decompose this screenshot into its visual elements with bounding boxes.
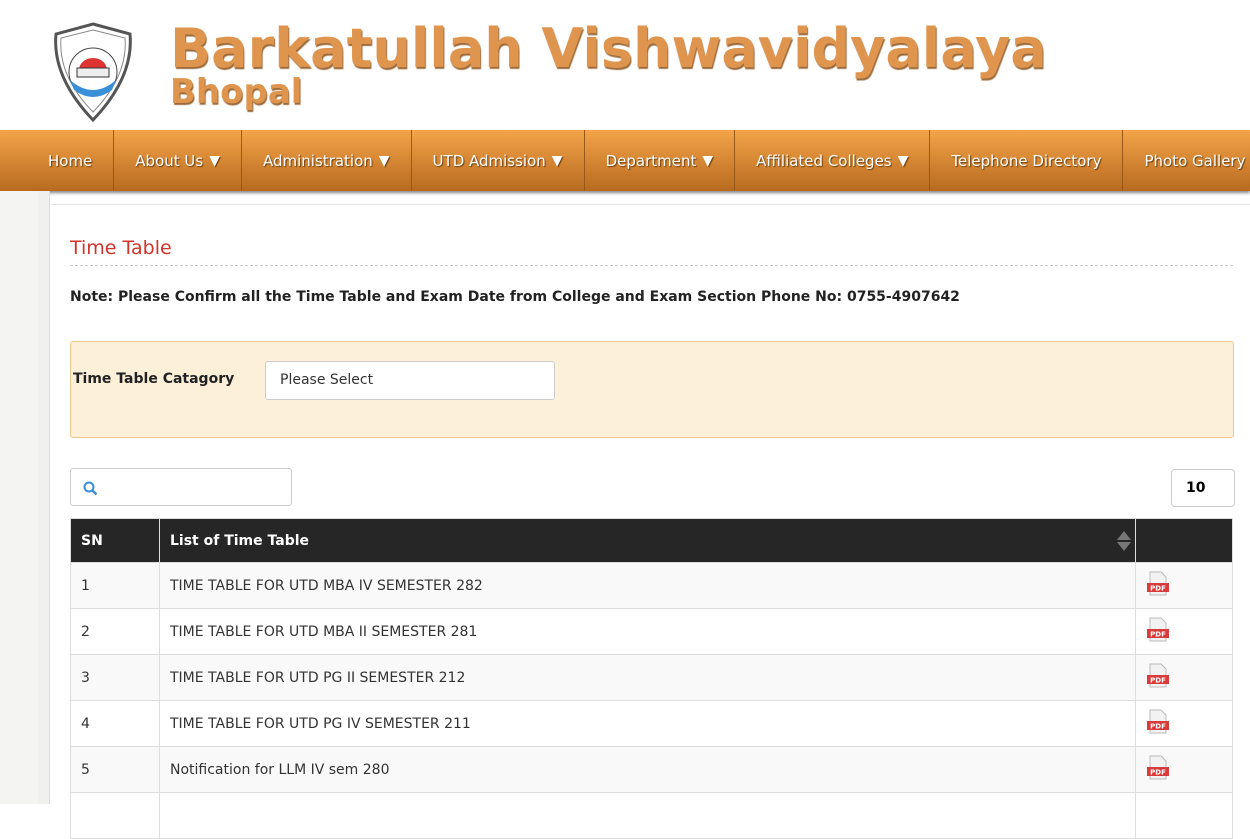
- nav-label: Photo Gallery: [1144, 151, 1246, 170]
- col-title[interactable]: List of Time Table: [159, 518, 1136, 563]
- row-file: PDF: [1135, 654, 1233, 701]
- row-title: [159, 792, 1136, 839]
- site-header: Barkatullah Vishwavidyalaya Bhopal: [0, 0, 1250, 130]
- pdf-icon[interactable]: PDF: [1146, 755, 1170, 781]
- search-icon: [83, 481, 98, 496]
- site-subtitle: Bhopal: [170, 72, 303, 112]
- row-file: PDF: [1135, 562, 1233, 609]
- table-row: 2 TIME TABLE FOR UTD MBA II SEMESTER 281…: [70, 608, 1233, 655]
- chevron-down-icon: ▼: [702, 152, 714, 169]
- site-title: Barkatullah Vishwavidyalaya: [170, 17, 1047, 80]
- row-sn: 4: [70, 700, 160, 747]
- divider: [70, 265, 1233, 266]
- sort-icon[interactable]: [1117, 531, 1131, 551]
- main-nav: Home About Us ▼ Administration ▼ UTD Admissio…: [0, 130, 1250, 191]
- pdf-icon[interactable]: PDF: [1146, 617, 1170, 643]
- row-sn: 3: [70, 654, 160, 701]
- col-sn[interactable]: SN: [70, 518, 160, 563]
- row-sn: [70, 792, 160, 839]
- nav-item[interactable]: Affiliated Colleges ▼: [735, 130, 931, 191]
- category-select[interactable]: Please Select: [265, 361, 555, 400]
- nav-label: Home: [48, 151, 93, 170]
- pdf-icon[interactable]: PDF: [1146, 571, 1170, 597]
- row-file: PDF: [1135, 700, 1233, 747]
- note-text: Note: Please Confirm all the Time Table …: [70, 289, 960, 305]
- left-gutter: [38, 191, 50, 804]
- nav-item[interactable]: Department ▼: [585, 130, 736, 191]
- table-row: 1 TIME TABLE FOR UTD MBA IV SEMESTER 282…: [70, 562, 1233, 609]
- svg-text:PDF: PDF: [1150, 768, 1166, 776]
- row-title: TIME TABLE FOR UTD PG II SEMESTER 212: [159, 654, 1136, 701]
- row-title: TIME TABLE FOR UTD MBA II SEMESTER 281: [159, 608, 1136, 655]
- chevron-down-icon: ▼: [551, 152, 563, 169]
- chevron-down-icon: ▼: [209, 152, 220, 169]
- page-title: Time Table: [70, 237, 172, 259]
- nav-item[interactable]: UTD Admission ▼: [412, 130, 585, 191]
- row-file: PDF: [1135, 746, 1233, 793]
- timetable-table: SN List of Time Table 1 TIME TABLE FOR U…: [70, 518, 1233, 839]
- nav-label: About Us: [135, 151, 204, 170]
- nav-item[interactable]: Home: [27, 130, 115, 191]
- nav-item[interactable]: Photo Gallery: [1123, 130, 1250, 191]
- row-file: [1135, 792, 1233, 839]
- table-row: [70, 792, 1233, 839]
- row-sn: 5: [70, 746, 160, 793]
- row-sn: 1: [70, 562, 160, 609]
- svg-text:PDF: PDF: [1150, 630, 1166, 638]
- table-search-input[interactable]: [70, 468, 292, 506]
- table-row: 4 TIME TABLE FOR UTD PG IV SEMESTER 211 …: [70, 700, 1233, 747]
- svg-text:PDF: PDF: [1150, 676, 1166, 684]
- chevron-down-icon: ▼: [378, 152, 390, 169]
- col-title-label: List of Time Table: [170, 532, 310, 549]
- nav-label: Department: [605, 151, 697, 170]
- nav-label: Telephone Directory: [951, 151, 1102, 170]
- row-title: TIME TABLE FOR UTD PG IV SEMESTER 211: [159, 700, 1136, 747]
- category-label: Time Table Catagory: [73, 371, 235, 387]
- left-margin: [0, 191, 38, 804]
- filter-panel: Time Table Catagory Please Select: [70, 341, 1234, 438]
- pdf-icon[interactable]: PDF: [1146, 709, 1170, 735]
- row-title: Notification for LLM IV sem 280: [159, 746, 1136, 793]
- svg-text:PDF: PDF: [1150, 722, 1166, 730]
- table-row: 3 TIME TABLE FOR UTD PG II SEMESTER 212 …: [70, 654, 1233, 701]
- row-file: PDF: [1135, 608, 1233, 655]
- page-length-select[interactable]: 10: [1171, 469, 1235, 507]
- main-content: Time Table Note: Please Confirm all the …: [51, 204, 1250, 839]
- nav-item[interactable]: Administration ▼: [242, 130, 412, 191]
- col-file: [1135, 518, 1233, 563]
- university-logo[interactable]: [50, 22, 136, 122]
- chevron-down-icon: ▼: [897, 152, 909, 169]
- nav-item[interactable]: Telephone Directory: [930, 130, 1124, 191]
- row-sn: 2: [70, 608, 160, 655]
- nav-label: Affiliated Colleges: [756, 151, 892, 170]
- nav-label: UTD Admission: [432, 151, 546, 170]
- nav-item[interactable]: About Us ▼: [114, 130, 242, 191]
- row-title: TIME TABLE FOR UTD MBA IV SEMESTER 282: [159, 562, 1136, 609]
- pdf-icon[interactable]: PDF: [1146, 663, 1170, 689]
- nav-label: Administration: [263, 151, 373, 170]
- table-row: 5 Notification for LLM IV sem 280 PDF: [70, 746, 1233, 793]
- svg-text:PDF: PDF: [1150, 584, 1166, 592]
